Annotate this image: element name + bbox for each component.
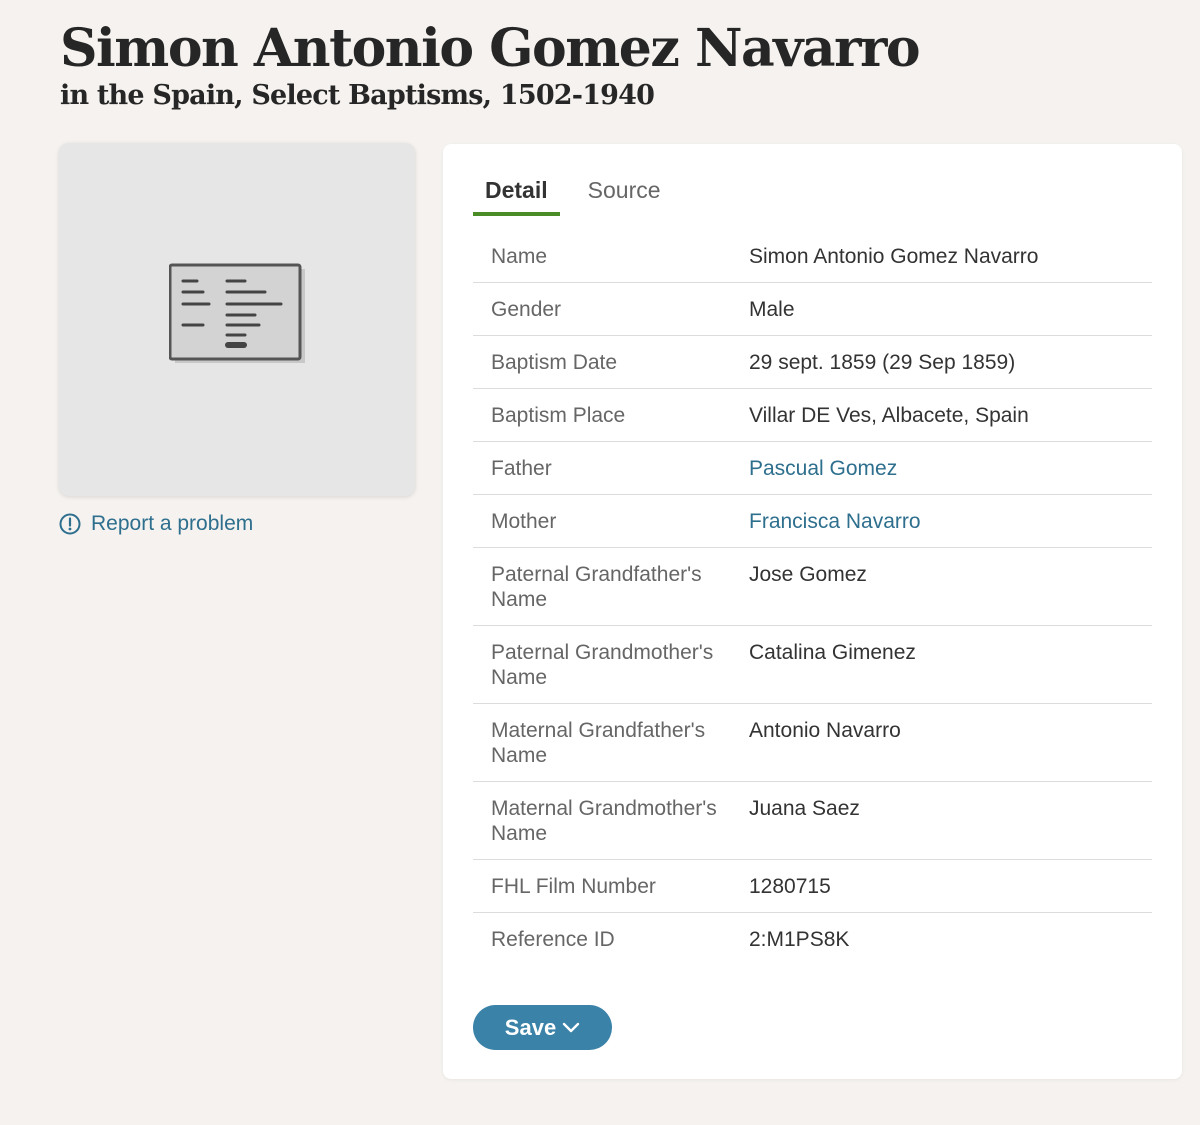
father-link[interactable]: Pascual Gomez (749, 456, 897, 481)
detail-label: Father (491, 457, 552, 480)
detail-value: Jose Gomez (749, 563, 867, 586)
detail-row-paternal-grandmother: Paternal Grandmother's Name Catalina Gim… (473, 626, 1152, 704)
detail-label: Maternal Grandfather's Name (491, 719, 706, 767)
detail-label: Paternal Grandmother's Name (491, 641, 714, 689)
save-button-label: Save (504, 1014, 557, 1040)
detail-row-paternal-grandfather: Paternal Grandfather's Name Jose Gomez (473, 548, 1152, 626)
detail-row-gender: Gender Male (473, 283, 1152, 336)
detail-label: Maternal Grandmother's Name (491, 797, 717, 845)
tab-source[interactable]: Source (576, 174, 673, 216)
detail-value: 29 sept. 1859 (29 Sep 1859) (749, 351, 1016, 374)
record-image-thumbnail[interactable] (59, 143, 415, 496)
chevron-down-icon (562, 1022, 580, 1032)
detail-row-maternal-grandfather: Maternal Grandfather's Name Antonio Nava… (473, 704, 1152, 782)
detail-value: 2:M1PS8K (749, 928, 850, 951)
tab-detail[interactable]: Detail (473, 174, 560, 216)
detail-label: Gender (491, 298, 562, 321)
report-problem-link[interactable]: Report a problem (59, 512, 253, 536)
report-problem-label: Report a problem (91, 512, 254, 535)
detail-label: FHL Film Number (491, 875, 656, 898)
detail-row-maternal-grandmother: Maternal Grandmother's Name Juana Saez (473, 782, 1152, 860)
page-title: Simon Antonio Gomez Navarro (60, 18, 921, 79)
mother-link[interactable]: Francisca Navarro (749, 509, 921, 534)
detail-row-baptism-place: Baptism Place Villar DE Ves, Albacete, S… (473, 389, 1152, 442)
detail-value: Juana Saez (749, 797, 860, 820)
detail-label: Baptism Date (491, 351, 618, 374)
record-details-card: Detail Source Name Simon Antonio Gomez N… (443, 144, 1182, 1079)
detail-row-name: Name Simon Antonio Gomez Navarro (473, 230, 1152, 283)
detail-row-reference-id: Reference ID 2:M1PS8K (473, 913, 1152, 965)
detail-label: Mother (491, 510, 557, 533)
collection-subtitle: in the Spain, Select Baptisms, 1502-1940 (60, 80, 655, 111)
alert-circle-icon (59, 513, 81, 535)
detail-label: Reference ID (491, 928, 615, 951)
detail-label: Paternal Grandfather's Name (491, 563, 702, 611)
detail-row-mother: Mother Francisca Navarro (473, 495, 1152, 548)
detail-label: Name (491, 245, 548, 268)
detail-value: Catalina Gimenez (749, 641, 916, 664)
save-button[interactable]: Save (473, 1005, 612, 1050)
detail-label: Baptism Place (491, 404, 626, 427)
detail-row-father: Father Pascual Gomez (473, 442, 1152, 495)
detail-value: 1280715 (749, 875, 831, 898)
detail-row-fhl-film-number: FHL Film Number 1280715 (473, 860, 1152, 913)
detail-value: Antonio Navarro (749, 719, 901, 742)
detail-value: Male (749, 298, 795, 321)
details-table: Name Simon Antonio Gomez Navarro Gender … (473, 230, 1152, 965)
tab-bar: Detail Source (473, 174, 689, 216)
record-document-icon (169, 263, 305, 363)
detail-value: Simon Antonio Gomez Navarro (749, 245, 1039, 268)
detail-value: Villar DE Ves, Albacete, Spain (749, 404, 1029, 427)
detail-row-baptism-date: Baptism Date 29 sept. 1859 (29 Sep 1859) (473, 336, 1152, 389)
